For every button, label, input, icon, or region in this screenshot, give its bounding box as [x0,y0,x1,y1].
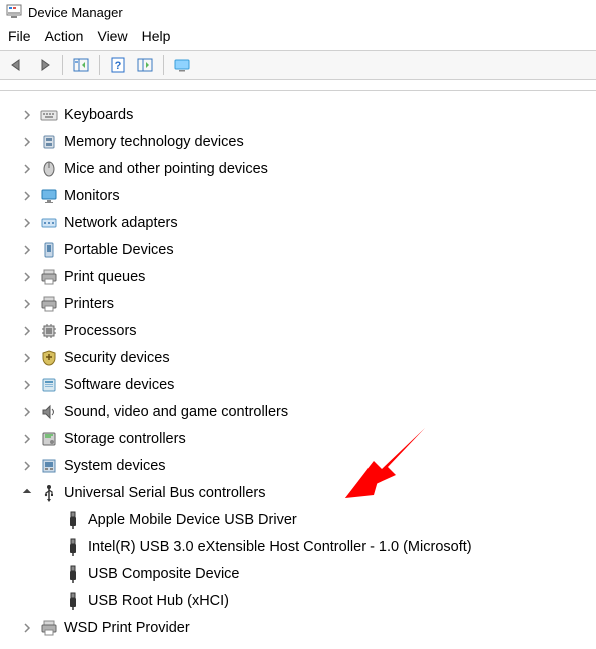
tree-category[interactable]: Memory technology devices [10,128,596,155]
forward-button[interactable] [33,54,55,76]
tree-category-label: Network adapters [64,215,178,231]
toolbar-separator [99,55,100,75]
storage-icon [40,430,58,448]
chevron-right-icon[interactable] [20,108,34,122]
chevron-right-icon[interactable] [20,459,34,473]
chevron-right-icon[interactable] [20,405,34,419]
tree-category[interactable]: Storage controllers [10,425,596,452]
chevron-right-icon[interactable] [20,297,34,311]
security-icon [40,349,58,367]
sound-icon [40,403,58,421]
tree-category-label: Monitors [64,188,120,204]
chevron-right-icon[interactable] [20,378,34,392]
tree-device-label: USB Composite Device [88,566,240,582]
svg-text:?: ? [115,60,122,72]
keyboard-icon [40,106,58,124]
chevron-right-icon[interactable] [20,216,34,230]
tree-device-label: Apple Mobile Device USB Driver [88,512,297,528]
usb-plug-icon [64,592,82,610]
printer-icon [40,619,58,637]
tree-device[interactable]: Intel(R) USB 3.0 eXtensible Host Control… [10,533,596,560]
tree-category[interactable]: Mice and other pointing devices [10,155,596,182]
tree-category-label: Print queues [64,269,145,285]
printer-icon [40,268,58,286]
chevron-right-icon[interactable] [20,162,34,176]
chevron-right-icon[interactable] [20,324,34,338]
chevron-down-icon[interactable] [20,486,34,500]
tree-category[interactable]: Universal Serial Bus controllers [10,479,596,506]
menu-help[interactable]: Help [142,28,171,44]
network-icon [40,214,58,232]
tree-category-label: Software devices [64,377,174,393]
tree-device[interactable]: Apple Mobile Device USB Driver [10,506,596,533]
tree-category[interactable]: Printers [10,290,596,317]
chevron-right-icon[interactable] [20,189,34,203]
tree-category[interactable]: WSD Print Provider [10,614,596,641]
tree-category[interactable]: Software devices [10,371,596,398]
cpu-icon [40,322,58,340]
menu-view[interactable]: View [97,28,127,44]
tree-category-label: Universal Serial Bus controllers [64,485,265,501]
tree-category-label: Processors [64,323,137,339]
tree-category[interactable]: Sound, video and game controllers [10,398,596,425]
menu-action[interactable]: Action [45,28,84,44]
system-icon [40,457,58,475]
software-icon [40,376,58,394]
device-tree: Keyboards Memory technology devices Mice a… [0,97,596,641]
tree-category[interactable]: Network adapters [10,209,596,236]
usb-plug-icon [64,538,82,556]
usb-plug-icon [64,511,82,529]
scan-hardware-button[interactable] [171,54,193,76]
help-button[interactable]: ? [107,54,129,76]
tree-category-label: Sound, video and game controllers [64,404,288,420]
app-icon [6,4,22,20]
tree-category-label: Printers [64,296,114,312]
tree-device-label: USB Root Hub (xHCI) [88,593,229,609]
tree-category-label: System devices [64,458,166,474]
monitor-icon [40,187,58,205]
tree-category[interactable]: Security devices [10,344,596,371]
chevron-right-icon[interactable] [20,432,34,446]
usb-plug-icon [64,565,82,583]
tree-device[interactable]: USB Composite Device [10,560,596,587]
tree-category-label: WSD Print Provider [64,620,190,636]
tree-category-label: Portable Devices [64,242,174,258]
mouse-icon [40,160,58,178]
tree-category[interactable]: Print queues [10,263,596,290]
chevron-right-icon[interactable] [20,270,34,284]
portable-icon [40,241,58,259]
menu-file[interactable]: File [8,28,31,44]
tree-category[interactable]: Portable Devices [10,236,596,263]
chevron-right-icon[interactable] [20,243,34,257]
back-button[interactable] [6,54,28,76]
toolbar: ? [0,50,596,80]
usb-icon [40,484,58,502]
content-separator [0,90,596,91]
tree-category-label: Memory technology devices [64,134,244,150]
title-bar: Device Manager [0,0,596,24]
toolbar-separator [62,55,63,75]
tree-device[interactable]: USB Root Hub (xHCI) [10,587,596,614]
tree-category[interactable]: Monitors [10,182,596,209]
tree-category[interactable]: Keyboards [10,101,596,128]
window-title: Device Manager [28,5,123,20]
menu-bar: File Action View Help [0,24,596,50]
chevron-right-icon[interactable] [20,135,34,149]
tree-category-label: Storage controllers [64,431,186,447]
tree-category[interactable]: System devices [10,452,596,479]
tree-category[interactable]: Processors [10,317,596,344]
tree-category-label: Security devices [64,350,170,366]
toolbar-separator [163,55,164,75]
action-button[interactable] [134,54,156,76]
chevron-right-icon[interactable] [20,621,34,635]
memory-icon [40,133,58,151]
tree-device-label: Intel(R) USB 3.0 eXtensible Host Control… [88,539,472,555]
show-hide-tree-button[interactable] [70,54,92,76]
chevron-right-icon[interactable] [20,351,34,365]
tree-category-label: Mice and other pointing devices [64,161,268,177]
printer-icon [40,295,58,313]
tree-category-label: Keyboards [64,107,133,123]
